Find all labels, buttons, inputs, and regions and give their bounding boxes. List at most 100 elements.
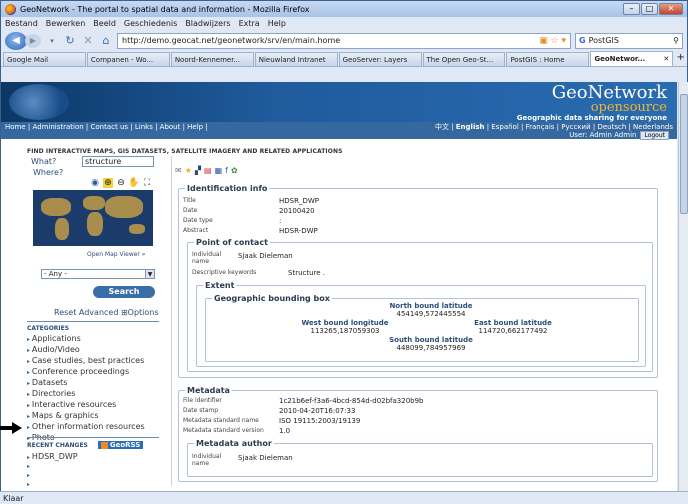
- mini-map[interactable]: [33, 190, 153, 246]
- search-box[interactable]: G PostGIS ⚲: [575, 32, 683, 49]
- menu-bewerken[interactable]: Bewerken: [46, 19, 86, 28]
- what-label: What?: [31, 157, 57, 166]
- pdf-icon[interactable]: ▤: [204, 166, 212, 175]
- share-icon[interactable]: ✿: [231, 166, 238, 175]
- pan-icon[interactable]: ✋: [128, 178, 139, 188]
- url-bar[interactable]: http://demo.geocat.net/geonetwork/srv/en…: [117, 32, 571, 49]
- vertical-scrollbar[interactable]: [678, 82, 688, 491]
- tab-google-mail[interactable]: Google Mail: [3, 52, 86, 66]
- tab-noord-kennemer[interactable]: Noord-Kennemer...: [170, 52, 254, 66]
- close-button[interactable]: ✕: [659, 3, 683, 15]
- brand-tagline: Geographic data sharing for everyone: [516, 114, 667, 122]
- recent-item[interactable]: [27, 470, 78, 479]
- facebook-icon[interactable]: f: [225, 166, 228, 175]
- what-input[interactable]: structure: [82, 156, 154, 167]
- email-icon[interactable]: ✉: [175, 166, 182, 175]
- west-bound: West bound longitude 113265,187059303: [301, 319, 389, 335]
- extent: Extent Geographic bounding box North bou…: [196, 281, 646, 367]
- metadata-section: Metadata File identifier 1c21b6ef-f3a6-4…: [178, 386, 658, 482]
- menu-help[interactable]: Help: [268, 19, 286, 28]
- minimize-button[interactable]: –: [623, 3, 640, 15]
- region-select[interactable]: - Any - ▼: [41, 269, 155, 279]
- metadata-view: ✉ ★ ▞ ▤ ▦ f ✿ Identification info Title …: [171, 156, 667, 486]
- metadata-author-legend: Metadata author: [194, 439, 274, 448]
- search-button[interactable]: Search: [93, 286, 155, 298]
- category-item[interactable]: Audio/Video: [27, 345, 159, 356]
- recent-changes-title: RECENT CHANGES: [27, 441, 88, 449]
- menu-bladwijzers[interactable]: Bladwijzers: [185, 19, 230, 28]
- new-tab-button[interactable]: +: [674, 52, 687, 66]
- language-links[interactable]: 中文 | English | Español | Français | Русс…: [435, 122, 673, 132]
- zoom-out-icon[interactable]: ⊖: [116, 178, 126, 188]
- category-item[interactable]: Interactive resources: [27, 400, 159, 411]
- status-bar: Klaar: [0, 491, 688, 504]
- category-item[interactable]: Datasets: [27, 378, 159, 389]
- full-extent-icon[interactable]: ⛶: [142, 178, 152, 188]
- georss-button[interactable]: GeoRSS: [97, 441, 144, 449]
- bounding-box-legend: Geographic bounding box: [212, 294, 332, 303]
- tab-geoserver[interactable]: GeoServer: Layers: [338, 52, 422, 66]
- category-item[interactable]: Conference proceedings: [27, 367, 159, 378]
- category-item[interactable]: Maps & graphics: [27, 411, 159, 422]
- tab-geonetwork[interactable]: GeoNetwor... ✕: [590, 51, 674, 66]
- maximize-button[interactable]: □: [641, 3, 658, 15]
- individual-name-value: Sjaak Dieleman: [238, 252, 293, 260]
- keywords-value: Structure .: [288, 269, 326, 277]
- author-name-label: Individual name: [192, 453, 222, 467]
- pointer-arrow-icon: [0, 422, 22, 434]
- metadata-icon[interactable]: ▞: [195, 166, 201, 175]
- rss-feed-icon[interactable]: ▣ ☆ ▾: [539, 36, 570, 46]
- categories: CATEGORIES Applications Audio/Video Case…: [27, 321, 159, 444]
- nav-toolbar: ◀ ▶ ▾ ↻ ✕ ⌂ http://demo.geocat.net/geone…: [1, 30, 687, 51]
- logout-button[interactable]: Logout: [640, 130, 669, 140]
- author-name-value: Sjaak Dieleman: [238, 454, 293, 462]
- abstract-label: Abstract: [183, 227, 209, 234]
- forward-button[interactable]: ▶: [25, 33, 41, 48]
- recent-item[interactable]: [27, 479, 78, 488]
- category-item[interactable]: Case studies, best practices: [27, 356, 159, 367]
- recent-item[interactable]: [27, 461, 78, 470]
- save-icon[interactable]: ▦: [215, 166, 223, 175]
- tab-close-icon[interactable]: ✕: [663, 55, 669, 63]
- star-icon[interactable]: ★: [185, 166, 192, 175]
- menu-extra[interactable]: Extra: [239, 19, 260, 28]
- brand-sub: opensource: [590, 100, 667, 115]
- search-icon[interactable]: ⚲: [673, 36, 679, 45]
- reset-advanced-options[interactable]: Reset Advanced ⊞Options: [54, 308, 159, 317]
- date-stamp-value: 2010-04-20T16:07:33: [279, 407, 356, 415]
- where-label: Where?: [33, 168, 64, 177]
- left-panel: What? structure Where? ◉ ⊕ ⊖ ✋ ⛶ Open Ma…: [27, 156, 159, 486]
- south-bound: South bound latitude 448099,784957969: [389, 336, 473, 352]
- brand: GeoNetwork opensource Geographic data sh…: [516, 84, 667, 123]
- identification-legend: Identification info: [185, 184, 270, 193]
- back-button[interactable]: ◀: [5, 31, 27, 50]
- user-bar: User: Admin Admin Logout: [1, 130, 677, 140]
- tab-nieuwland[interactable]: Nieuwland Intranet: [254, 52, 338, 66]
- stop-icon[interactable]: ✕: [81, 34, 95, 48]
- zoom-in-icon[interactable]: ⊕: [103, 178, 113, 188]
- menu-beeld[interactable]: Beeld: [93, 19, 116, 28]
- site-banner: GeoNetwork opensource Geographic data sh…: [1, 82, 677, 122]
- menu-geschiedenis[interactable]: Geschiedenis: [124, 19, 177, 28]
- tab-postgis[interactable]: PostGIS : Home: [506, 52, 590, 66]
- category-item[interactable]: Other information resources: [27, 422, 159, 433]
- open-map-viewer-link[interactable]: Open Map Viewer »: [87, 251, 145, 258]
- point-of-contact-legend: Point of contact: [194, 238, 270, 247]
- date-label: Date: [183, 207, 198, 214]
- menu-bestand[interactable]: Bestand: [5, 19, 38, 28]
- tab-companen[interactable]: Companen - Wo...: [86, 52, 170, 66]
- top-nav-links[interactable]: Home | Administration | Contact us | Lin…: [5, 123, 208, 131]
- google-icon: G: [579, 36, 586, 45]
- category-item[interactable]: Directories: [27, 389, 159, 400]
- tab-open-geo[interactable]: The Open Geo-St...: [422, 52, 506, 66]
- category-item[interactable]: Applications: [27, 334, 159, 345]
- globe-nav-icon[interactable]: ◉: [90, 178, 100, 188]
- dropdown-icon[interactable]: ▾: [45, 34, 59, 48]
- search-text: PostGIS: [588, 36, 619, 45]
- extent-legend: Extent: [203, 281, 237, 290]
- recent-item[interactable]: HDSR_DWP: [27, 452, 78, 461]
- reload-icon[interactable]: ↻: [63, 34, 77, 48]
- action-icons: ✉ ★ ▞ ▤ ▦ f ✿: [172, 166, 238, 175]
- home-icon[interactable]: ⌂: [99, 34, 113, 48]
- firefox-icon: [5, 3, 16, 15]
